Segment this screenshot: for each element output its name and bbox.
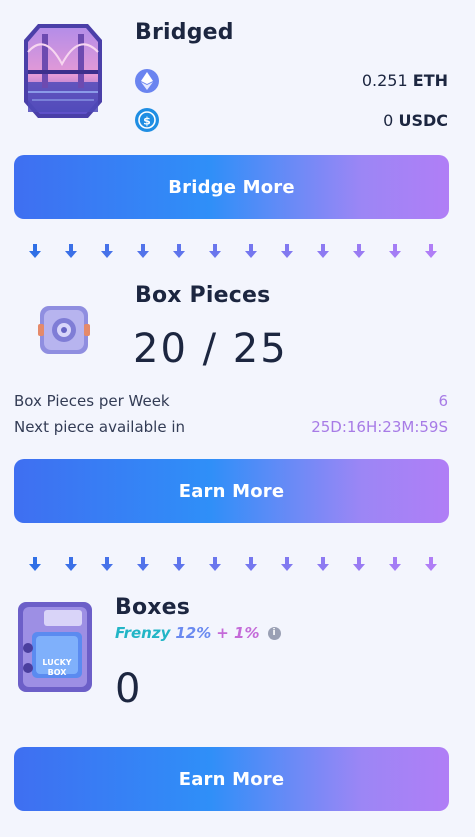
frenzy-bonus: + 1%: [216, 624, 260, 642]
eth-symbol: ETH: [412, 71, 448, 90]
down-arrow-icon: [352, 243, 366, 261]
earn-more-pieces-button[interactable]: Earn More: [14, 459, 449, 523]
usdc-amount: 0: [383, 111, 394, 130]
down-arrow-icon: [208, 556, 222, 574]
down-arrow-icon: [28, 556, 42, 574]
frenzy-row: Frenzy 12% + 1% i: [115, 624, 281, 642]
svg-text:$: $: [143, 115, 151, 128]
next-piece-label: Next piece available in: [14, 418, 186, 436]
down-arrow-icon: [280, 556, 294, 574]
down-arrow-icon: [28, 243, 42, 261]
arrow-row-1: [28, 243, 438, 261]
eth-icon: [135, 69, 159, 93]
down-arrow-icon: [208, 243, 222, 261]
eth-amount: 0.251: [361, 71, 408, 90]
down-arrow-icon: [136, 556, 150, 574]
down-arrow-icon: [172, 243, 186, 261]
down-arrow-icon: [172, 556, 186, 574]
per-week-value: 6: [438, 392, 448, 410]
down-arrow-icon: [64, 243, 78, 261]
per-week-label: Box Pieces per Week: [14, 392, 170, 410]
boxes-title: Boxes: [115, 595, 191, 620]
bridge-more-button[interactable]: Bridge More: [14, 155, 449, 219]
down-arrow-icon: [100, 243, 114, 261]
arrow-row-2: [28, 556, 438, 574]
down-arrow-icon: [136, 243, 150, 261]
usdc-symbol: USDC: [398, 111, 448, 130]
frenzy-percent: 12%: [175, 624, 212, 642]
box-pieces-count: 20 / 25: [133, 326, 288, 372]
down-arrow-icon: [424, 556, 438, 574]
down-arrow-icon: [352, 556, 366, 574]
usdc-icon: $: [135, 108, 159, 132]
down-arrow-icon: [100, 556, 114, 574]
info-icon[interactable]: i: [267, 626, 281, 640]
earn-more-boxes-button[interactable]: Earn More: [14, 747, 449, 811]
box-pieces-title: Box Pieces: [135, 283, 271, 308]
down-arrow-icon: [388, 243, 402, 261]
eth-balance: 0.251 ETH: [362, 71, 448, 90]
next-piece-countdown: 25D:16H:23M:59S: [311, 418, 448, 436]
usdc-balance: 0 USDC: [383, 111, 448, 130]
down-arrow-icon: [64, 556, 78, 574]
down-arrow-icon: [244, 556, 258, 574]
down-arrow-icon: [316, 243, 330, 261]
bridged-title: Bridged: [135, 20, 234, 45]
bridge-illustration: [22, 22, 104, 120]
lucky-box-badge: LUCKY BOX: [42, 658, 72, 677]
down-arrow-icon: [280, 243, 294, 261]
down-arrow-icon: [388, 556, 402, 574]
frenzy-label: Frenzy: [115, 624, 171, 642]
down-arrow-icon: [244, 243, 258, 261]
boxes-count: 0: [115, 666, 143, 712]
box-piece-icon: [36, 302, 92, 358]
down-arrow-icon: [424, 243, 438, 261]
down-arrow-icon: [316, 556, 330, 574]
lucky-box-illustration: LUCKY BOX: [14, 598, 96, 696]
